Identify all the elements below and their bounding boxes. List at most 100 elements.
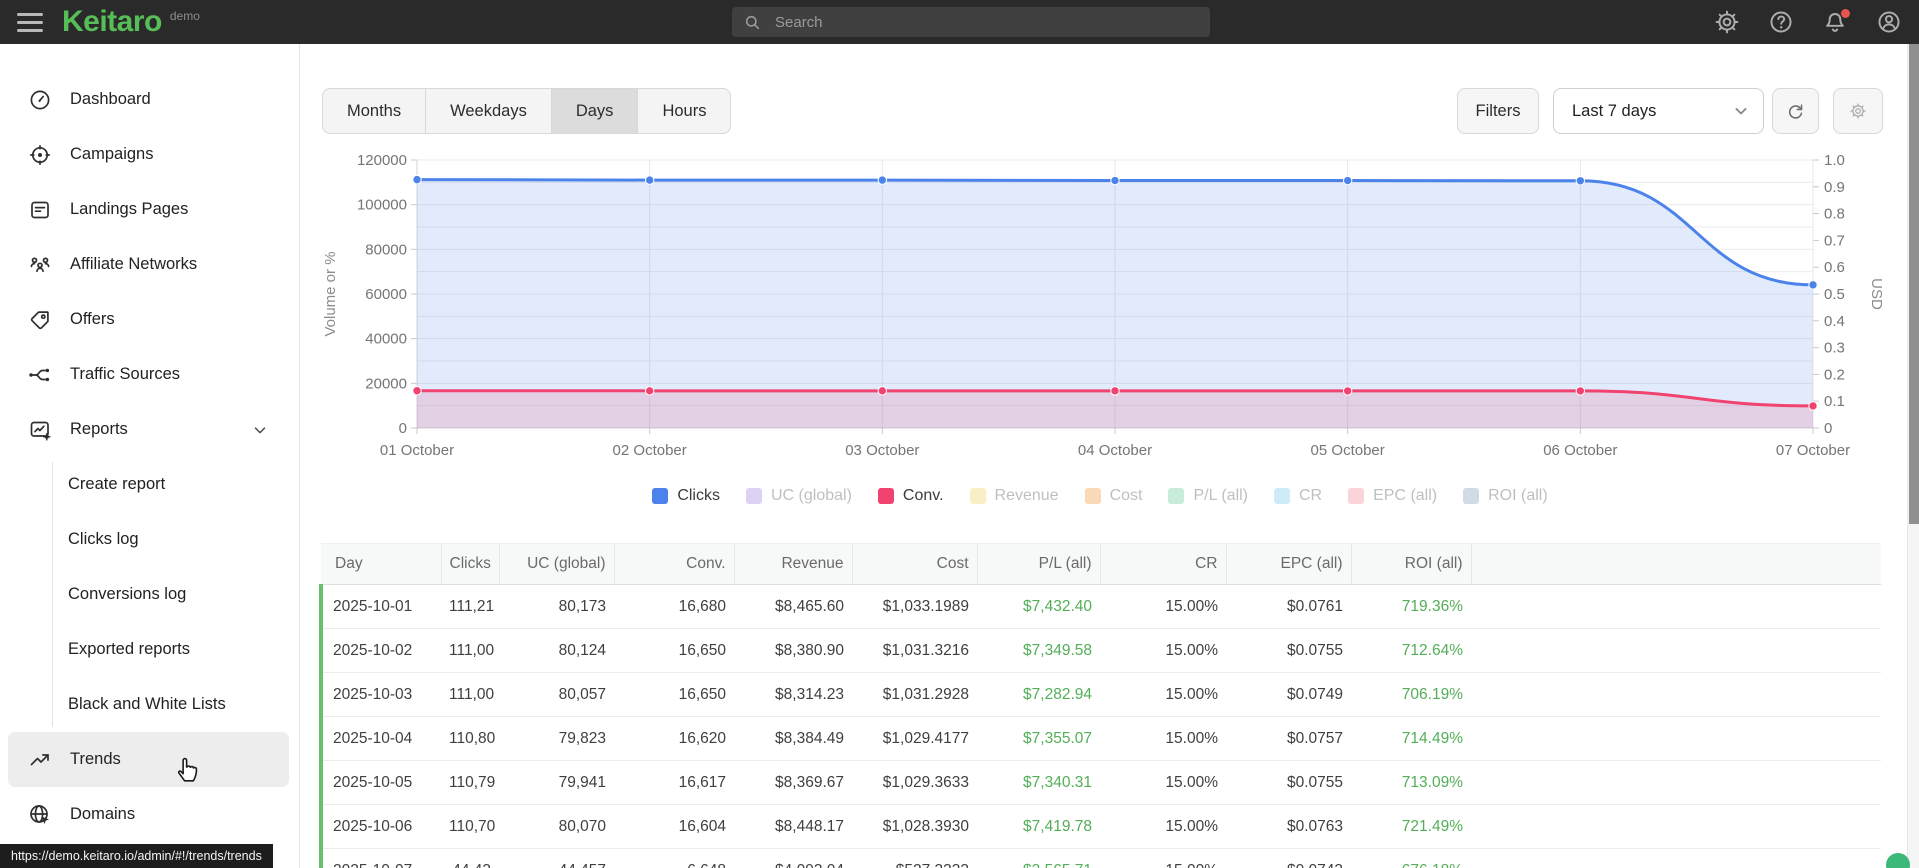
svg-text:60000: 60000 — [365, 286, 407, 303]
cell-conv: 16,620 — [614, 716, 734, 761]
legend-item-p-l-all[interactable]: P/L (all) — [1168, 487, 1248, 505]
reports-icon — [28, 418, 52, 442]
trends-chart-container: 0 20000 40000 60000 80000 100000 120000 0 0.1 0.2… — [319, 150, 1919, 470]
sidebar-item-exported-reports[interactable]: Exported reports — [0, 622, 299, 677]
legend-item-epc-all[interactable]: EPC (all) — [1348, 487, 1437, 505]
cell-uc: 80,057 — [499, 672, 614, 717]
chart-settings-button[interactable] — [1833, 88, 1883, 134]
cell-clicks: 111,21 — [441, 584, 499, 629]
cell-revenue: $8,448.17 — [734, 804, 852, 849]
filters-button[interactable]: Filters — [1457, 88, 1539, 134]
cell-day: 2025-10-01 — [319, 584, 441, 629]
cell-day: 2025-10-02 — [319, 628, 441, 673]
global-search — [732, 7, 1210, 37]
cell-cost: $1,029.4177 — [852, 716, 977, 761]
sidebar-item-trends[interactable]: Trends — [8, 732, 289, 787]
search-icon — [745, 15, 760, 29]
sidebar-item-label: Landings Pages — [70, 200, 189, 218]
cell-uc: 44,457 — [499, 848, 614, 868]
refresh-button[interactable] — [1772, 88, 1819, 134]
legend-item-conv[interactable]: Conv. — [877, 487, 944, 505]
notifications-button[interactable] — [1821, 8, 1850, 36]
sidebar-item-conversions-log[interactable]: Conversions log — [0, 567, 299, 622]
sidebar-item-traffic-sources[interactable]: Traffic Sources — [0, 347, 299, 402]
svg-text:Volume or %: Volume or % — [322, 251, 339, 336]
legend-item-roi-all[interactable]: ROI (all) — [1463, 487, 1548, 505]
legend-swatch — [969, 488, 986, 504]
cell-pl: $7,282.94 — [977, 672, 1100, 717]
cell-day: 2025-10-06 — [319, 804, 441, 849]
settings-button[interactable] — [1713, 8, 1741, 36]
keitaro-trends-page: Keitaro demo Dashboard Campaigns Landings … — [0, 0, 1919, 868]
legend-item-uc-global[interactable]: UC (global) — [745, 487, 852, 505]
sidebar-item-clicks-log[interactable]: Clicks log — [0, 512, 299, 567]
sidebar-item-reports[interactable]: Reports — [0, 402, 299, 457]
sidebar-item-create-report[interactable]: Create report — [0, 457, 299, 512]
cell-clicks: 110,80 — [441, 716, 499, 761]
scrollbar-thumb[interactable] — [1909, 44, 1919, 524]
tab-days[interactable]: Days — [551, 89, 639, 133]
cell-epc: $0.0755 — [1226, 760, 1351, 805]
legend-label: Revenue — [994, 487, 1059, 504]
sidebar-item-label: Trends — [70, 750, 121, 768]
cell-cost: $1,031.2928 — [852, 672, 977, 717]
column-header-roi: ROI (all) — [1351, 543, 1472, 585]
tab-weekdays[interactable]: Weekdays — [426, 89, 552, 133]
legend-item-revenue[interactable]: Revenue — [969, 487, 1059, 505]
sidebar-item-affiliate-networks[interactable]: Affiliate Networks — [0, 237, 299, 292]
keitaro-logo[interactable]: Keitaro — [62, 0, 162, 44]
column-header-clicks: Clicks — [441, 543, 500, 585]
svg-text:02 October: 02 October — [613, 442, 687, 459]
topbar-icons — [1713, 0, 1903, 44]
legend-item-cost[interactable]: Cost — [1084, 487, 1142, 505]
svg-text:05 October: 05 October — [1311, 442, 1385, 459]
cell-roi: 719.36% — [1351, 584, 1471, 629]
cell-filler — [1471, 672, 1881, 717]
cell-cr: 15.00% — [1100, 760, 1226, 805]
table-row: 2025-10-02 111,00 80,124 16,650 $8,380.90 $1,… — [319, 628, 1881, 673]
sidebar-item-landings-pages[interactable]: Landings Pages — [0, 182, 299, 237]
date-range-select[interactable]: Last 7 days — [1553, 88, 1764, 134]
tab-months[interactable]: Months — [323, 89, 427, 133]
sidebar-item-domains[interactable]: Domains — [0, 787, 299, 842]
cell-day: 2025-10-04 — [319, 716, 441, 761]
svg-text:0.2: 0.2 — [1824, 366, 1845, 383]
column-header-day: Day — [321, 543, 442, 585]
sidebar-item-campaigns[interactable]: Campaigns — [0, 127, 299, 182]
cell-filler — [1471, 848, 1881, 868]
legend-label: CR — [1299, 487, 1323, 504]
sidebar-item-black-and-white-lists[interactable]: Black and White Lists — [0, 677, 299, 732]
cell-pl: $7,419.78 — [977, 804, 1100, 849]
search-input[interactable] — [773, 12, 1199, 32]
svg-text:04 October: 04 October — [1078, 442, 1152, 459]
cell-roi: 706.19% — [1351, 672, 1471, 717]
cell-clicks: 44,43 — [441, 848, 499, 868]
cell-revenue: $8,380.90 — [734, 628, 852, 673]
table-row: 2025-10-0744,4344,4576,648$4,093.04$527.… — [319, 848, 1881, 868]
cell-cr: 15.00% — [1100, 672, 1226, 717]
column-header-cr: CR — [1100, 543, 1227, 585]
chart-legend: Clicks UC (global) Conv. Revenue Cost P/L (al… — [320, 487, 1880, 505]
sidebar-item-label: Offers — [70, 310, 115, 328]
legend-item-clicks[interactable]: Clicks — [652, 487, 720, 505]
vertical-scrollbar — [1907, 44, 1919, 868]
svg-text:07 October: 07 October — [1776, 442, 1850, 459]
cell-revenue: $8,384.49 — [734, 716, 852, 761]
gear-icon — [1714, 9, 1740, 35]
cell-roi: 714.49% — [1351, 716, 1471, 761]
legend-item-cr[interactable]: CR — [1274, 487, 1322, 505]
hamburger-menu-icon[interactable] — [17, 12, 43, 32]
sidebar-item-dashboard[interactable]: Dashboard — [0, 72, 299, 127]
cell-epc: $0.0761 — [1226, 584, 1351, 629]
tab-hours[interactable]: Hours — [638, 89, 730, 133]
cell-filler — [1471, 716, 1881, 761]
account-button[interactable] — [1875, 8, 1903, 36]
table-header-row: Day Clicks UC (global) Conv. Revenue Cost P/L … — [321, 543, 1881, 585]
cell-epc: $0.0755 — [1226, 628, 1351, 673]
topbar: Keitaro demo — [0, 0, 1919, 44]
sidebar-item-offers[interactable]: Offers — [0, 292, 299, 347]
help-button[interactable] — [1767, 8, 1795, 36]
cell-roi: 721.49% — [1351, 804, 1471, 849]
svg-text:20000: 20000 — [365, 375, 407, 392]
cell-pl: $7,432.40 — [977, 584, 1100, 629]
